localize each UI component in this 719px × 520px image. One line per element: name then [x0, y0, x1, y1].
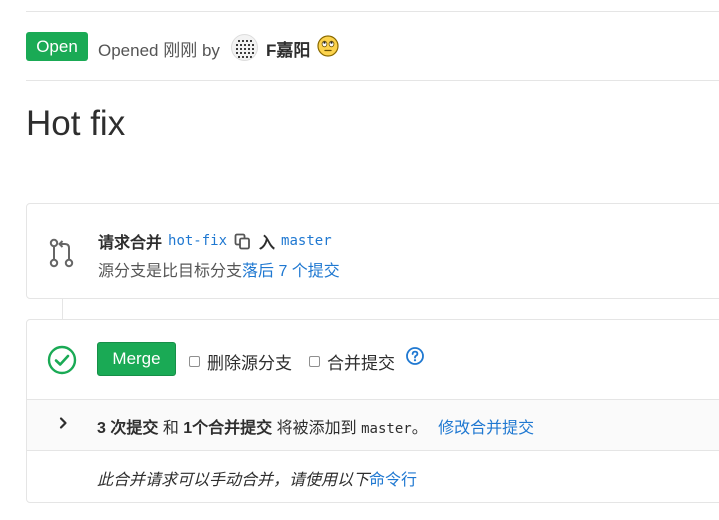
merge-request-info-widget: 请求合并 hot-fix 入 master 源分支是比目标分支落后 7 个提交 — [26, 203, 719, 299]
header-divider — [26, 80, 719, 81]
status-badge: Open — [26, 32, 88, 61]
commits-target-branch: master — [361, 421, 412, 437]
chevron-right-icon[interactable] — [57, 416, 69, 430]
commits-summary-row[interactable]: 3 次提交 和 1个合并提交 将被添加到 master。 修改合并提交 — [27, 399, 719, 451]
question-circle-icon[interactable] — [406, 347, 424, 365]
period-text: 。 — [411, 420, 428, 437]
behind-info: 源分支是比目标分支落后 7 个提交 — [98, 257, 340, 281]
behind-prefix: 源分支是比目标分支 — [98, 263, 243, 280]
into-label: 入 — [259, 235, 276, 252]
copy-icon[interactable] — [233, 232, 251, 250]
and-text: 和 — [162, 420, 179, 437]
target-branch[interactable]: master — [281, 233, 332, 249]
will-add-text: 将被添加到 — [276, 420, 357, 437]
widget-connector — [62, 299, 63, 320]
source-branch[interactable]: hot-fix — [168, 233, 227, 249]
delete-source-branch-option[interactable]: 删除源分支 — [189, 349, 292, 374]
top-divider — [26, 11, 719, 12]
squash-commits-label: 合并提交 — [327, 354, 395, 373]
merge-branches-line: 请求合并 hot-fix 入 master — [98, 229, 332, 253]
delete-source-branch-label: 删除源分支 — [207, 354, 292, 373]
squash-commits-checkbox[interactable] — [309, 356, 320, 367]
avatar[interactable] — [231, 34, 258, 61]
rolling-eyes-emoji-icon — [317, 35, 339, 57]
commits-summary: 3 次提交 和 1个合并提交 将被添加到 master。 修改合并提交 — [97, 414, 534, 438]
merge-request-prefix: 请求合并 — [98, 235, 163, 252]
merge-commit-count: 1个合并提交 — [183, 420, 273, 437]
modify-merge-commit-link[interactable]: 修改合并提交 — [438, 420, 534, 437]
manual-merge-text: 此合并请求可以手动合并，请使用以下 — [97, 472, 370, 489]
author-name[interactable]: F嘉阳 — [266, 36, 310, 61]
command-line-link[interactable]: 命令行 — [369, 472, 417, 489]
commit-count: 3 次提交 — [97, 420, 159, 437]
merge-widget: Merge 删除源分支 合并提交 3 次提交 和 1个合并提交 将被添加到 ma… — [26, 319, 719, 503]
manual-merge-hint: 此合并请求可以手动合并，请使用以下命令行 — [97, 466, 417, 490]
opened-text: Opened 刚刚 by — [98, 41, 220, 60]
merge-request-icon — [49, 238, 74, 268]
delete-source-branch-checkbox[interactable] — [189, 356, 200, 367]
page-title: Hot fix — [26, 104, 126, 143]
behind-commits-link[interactable]: 落后 7 个提交 — [242, 263, 340, 280]
squash-commits-option[interactable]: 合并提交 — [309, 349, 395, 374]
merge-button[interactable]: Merge — [97, 342, 176, 376]
check-circle-icon — [47, 345, 77, 375]
